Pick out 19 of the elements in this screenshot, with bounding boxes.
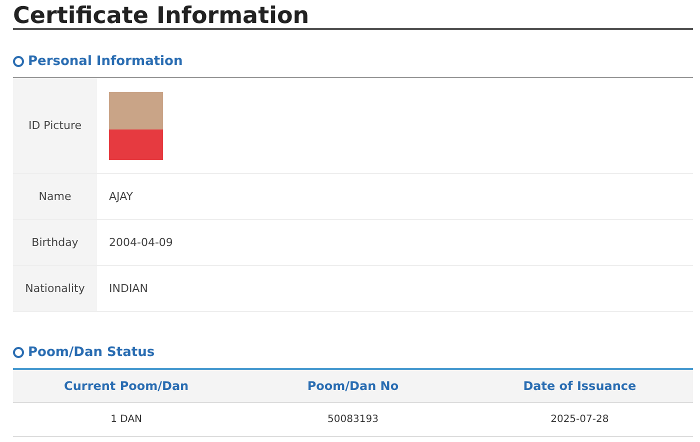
bullet-icon: [13, 346, 24, 358]
bullet-icon: [13, 56, 24, 66]
column-header: Poom/Dan No: [306, 378, 400, 395]
field-label: Name: [13, 174, 97, 219]
section-heading: Poom/Dan Status: [28, 344, 155, 360]
table-cell-text: 50083193: [326, 413, 380, 427]
field-value: INDIAN: [109, 282, 148, 295]
photo-placeholder: [109, 92, 163, 160]
field-value: 2004-04-09: [109, 236, 173, 249]
section-heading: Personal Information: [28, 54, 183, 68]
field-label: Birthday: [13, 220, 97, 265]
table-cell-text: 2025-07-28: [550, 413, 610, 427]
field-label: Nationality: [13, 266, 97, 311]
field-label: ID Picture: [13, 78, 97, 173]
field-value: AJAY: [109, 190, 133, 203]
column-header: Current Poom/Dan: [63, 378, 190, 395]
table-cell-text: 1 DAN: [110, 413, 144, 427]
page-title: Certificate Information: [13, 0, 693, 30]
column-header: Date of Issuance: [522, 378, 638, 395]
